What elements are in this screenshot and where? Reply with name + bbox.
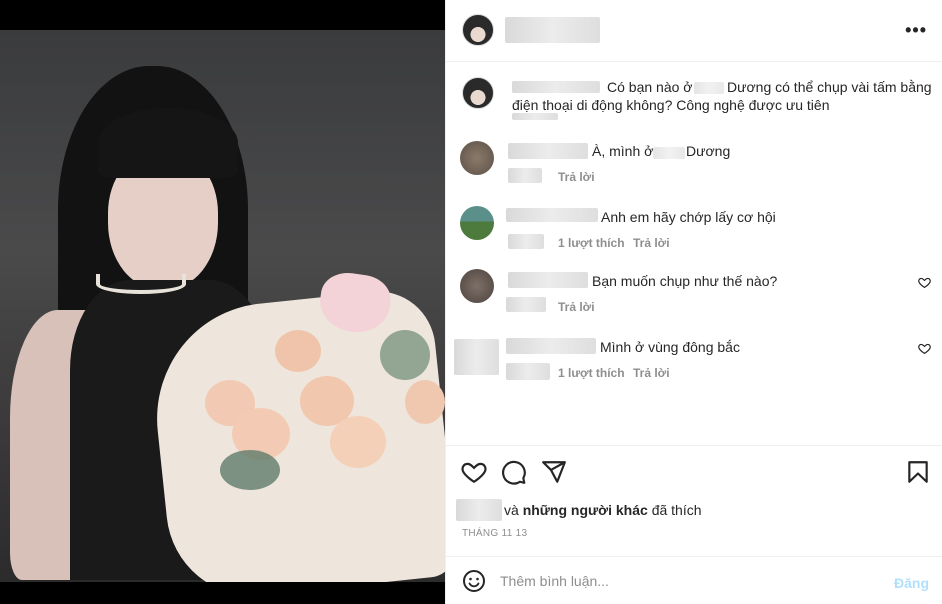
comment-4-likes[interactable]: 1 lượt thích <box>558 366 625 380</box>
post-comment-button[interactable]: Đăng <box>894 575 929 591</box>
bookmark-icon[interactable] <box>905 459 931 485</box>
post-media <box>0 0 445 604</box>
comment-time-redacted <box>506 363 550 380</box>
add-comment-bar: Đăng <box>446 556 942 604</box>
commenter-username-redacted[interactable] <box>508 272 588 288</box>
commenter-avatar[interactable] <box>454 339 499 375</box>
caption-username-redacted[interactable] <box>512 81 600 93</box>
comment-1-text-a: À, mình ở <box>592 143 654 159</box>
like-comment-heart-icon[interactable] <box>918 276 931 289</box>
comment-1-reply-button[interactable]: Trả lời <box>558 170 595 184</box>
caption-time-redacted <box>512 113 558 120</box>
likes-suffix: đã thích <box>651 502 702 518</box>
comment-4-reply-button[interactable]: Trả lời <box>633 366 670 380</box>
caption-line-2: điện thoại di động không? Công nghệ được… <box>512 97 830 113</box>
likes-prefix: và <box>504 502 519 518</box>
more-options-icon[interactable]: ••• <box>905 21 927 39</box>
commenter-avatar[interactable] <box>460 269 494 303</box>
commenter-username-redacted[interactable] <box>506 208 598 222</box>
author-username-redacted[interactable] <box>505 17 600 43</box>
likes-summary[interactable]: và những người khác đã thích <box>504 502 702 518</box>
comment-1-text-b: Dương <box>686 143 731 159</box>
post-date[interactable]: THÁNG 11 13 <box>462 528 527 539</box>
comment-icon[interactable] <box>501 459 527 485</box>
commenter-username-redacted[interactable] <box>506 338 596 354</box>
comment-time-redacted <box>508 168 542 183</box>
heart-icon[interactable] <box>461 459 487 485</box>
caption-line-1a: Có bạn nào ở <box>607 79 693 95</box>
post-photo[interactable] <box>0 30 445 582</box>
post-sidebar: ••• Có bạn nào ở Dương có thể chụp vài t… <box>445 0 942 604</box>
comment-time-redacted <box>508 234 544 249</box>
comments-list: Có bạn nào ở Dương có thể chụp vài tấm b… <box>446 63 942 445</box>
comment-input[interactable] <box>500 571 860 591</box>
author-avatar[interactable] <box>462 14 494 46</box>
emoji-icon[interactable] <box>462 569 486 593</box>
commenter-avatar[interactable] <box>460 206 494 240</box>
comment-1-place-redacted <box>653 147 685 159</box>
caption-place-redacted <box>694 82 724 94</box>
comment-time-redacted <box>506 297 546 312</box>
comment-2-likes[interactable]: 1 lượt thích <box>558 236 625 250</box>
likes-others-link[interactable]: những người khác <box>523 502 648 518</box>
share-icon[interactable] <box>541 459 567 485</box>
comment-4-text: Mình ở vùng đông bắc <box>600 339 740 355</box>
commenter-avatar[interactable] <box>460 141 494 175</box>
liker-username-redacted[interactable] <box>456 499 502 521</box>
comment-3-text: Bạn muốn chụp như thế nào? <box>592 273 778 289</box>
commenter-username-redacted[interactable] <box>508 143 588 159</box>
comment-2-text: Anh em hãy chớp lấy cơ hội <box>601 209 776 225</box>
post-actions: và những người khác đã thích THÁNG 11 13 <box>446 445 942 557</box>
comment-2-reply-button[interactable]: Trả lời <box>633 236 670 250</box>
caption-line-1b: Dương có thể chụp vài tấm bằng <box>727 79 932 95</box>
like-comment-heart-icon[interactable] <box>918 342 931 355</box>
post-header: ••• <box>446 0 942 62</box>
caption-author-avatar[interactable] <box>462 77 494 109</box>
comment-3-reply-button[interactable]: Trả lời <box>558 300 595 314</box>
